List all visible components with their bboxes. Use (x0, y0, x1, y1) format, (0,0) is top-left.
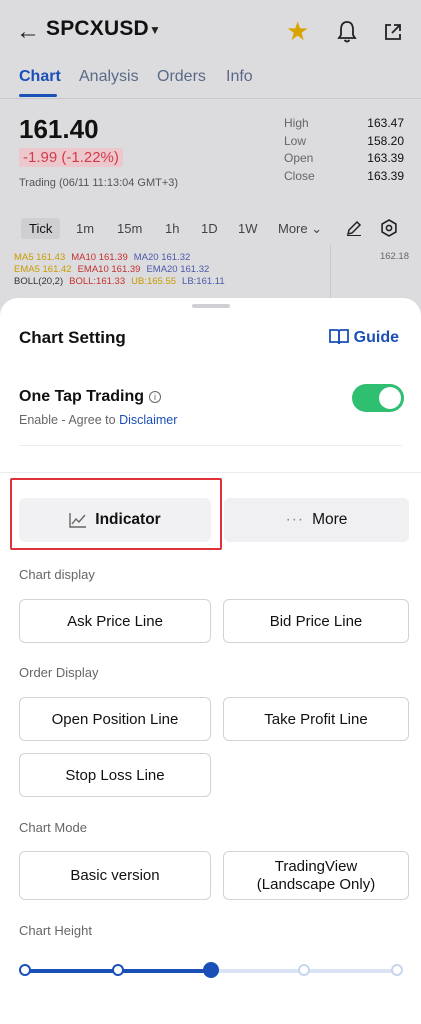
take-profit-line-button[interactable]: Take Profit Line (223, 697, 409, 741)
stat-value: 163.39 (367, 168, 404, 183)
active-tab-indicator (19, 94, 57, 97)
chart-display-title: Chart display (19, 567, 95, 582)
chart-setting-sheet: Chart Setting Guide One Tap Trading i Ena… (0, 298, 421, 1024)
more-label: More (312, 511, 348, 528)
divider (19, 445, 402, 446)
disclaimer-link[interactable]: Disclaimer (119, 413, 177, 427)
price-stats: High 163.47 Low 158.20 Open 163.39 Close 163… (284, 116, 404, 186)
stop-loss-line-button[interactable]: Stop Loss Line (19, 753, 211, 797)
timeframe-1h[interactable]: 1h (165, 221, 179, 236)
toggle-knob (379, 387, 401, 409)
guide-label: Guide (353, 329, 399, 346)
chart-screen-background: ← SPCXUSD ▼ ★ Chart Analysis Orders Info… (0, 0, 421, 330)
sheet-title: Chart Setting (19, 328, 126, 347)
info-icon[interactable]: i (149, 391, 162, 403)
trading-status: Trading (06/11 11:13:04 GMT+3) (19, 177, 179, 189)
star-icon[interactable]: ★ (286, 16, 309, 47)
ask-price-line-button[interactable]: Ask Price Line (19, 599, 211, 643)
ema20-value: EMA20 161.32 (146, 264, 210, 275)
price-axis-label: 162.18 (379, 251, 409, 262)
timeframe-15m[interactable]: 15m (117, 221, 142, 236)
ema-legend: EMA5 161.42 EMA10 161.39 EMA20 161.32 (14, 264, 215, 275)
chevron-down-icon: ⌄ (311, 221, 323, 236)
ma-legend: MA5 161.43 MA10 161.39 MA20 161.32 (14, 252, 196, 263)
stat-label: Low (284, 133, 307, 148)
one-tap-trading-toggle[interactable] (352, 384, 404, 412)
pencil-icon[interactable] (346, 220, 362, 236)
stat-row-high: High 163.47 (284, 116, 404, 134)
ma5-value: MA5 161.43 (14, 252, 66, 263)
order-display-title: Order Display (19, 665, 99, 680)
boll-upper-band: UB:165.55 (131, 276, 177, 287)
bell-icon[interactable] (336, 20, 358, 44)
tab-bar: Chart Analysis Orders Info (0, 66, 421, 97)
stat-value: 163.39 (367, 151, 404, 165)
highlight-box (10, 478, 222, 550)
stat-row-low: Low 158.20 (284, 134, 404, 152)
chevron-down-icon[interactable]: ▼ (149, 23, 161, 37)
tab-chart[interactable]: Chart (19, 68, 61, 86)
tab-analysis[interactable]: Analysis (79, 68, 139, 86)
stat-label: Close (284, 168, 315, 183)
ma20-value: MA20 161.32 (133, 252, 191, 263)
current-price: 161.40 (19, 114, 99, 144)
top-bar: ← SPCXUSD ▼ ★ (0, 14, 421, 50)
boll-legend: BOLL(20,2) BOLL:161.33 UB:165.55 LB:161.11 (14, 276, 231, 287)
divider (0, 472, 421, 473)
timeframe-more-label: More (278, 221, 308, 236)
one-tap-trading-title: One Tap Trading i (19, 388, 162, 406)
stat-label: Open (284, 151, 314, 165)
chart-height-slider-stop[interactable] (391, 964, 403, 976)
basic-version-button[interactable]: Basic version (19, 851, 211, 900)
symbol-title[interactable]: SPCXUSD (46, 17, 149, 41)
more-dots-icon: ··· (285, 511, 305, 528)
timeframe-more[interactable]: More ⌄ (278, 221, 322, 237)
chart-height-slider-thumb[interactable] (203, 962, 219, 978)
timeframe-1d[interactable]: 1D (201, 221, 218, 236)
book-icon (328, 329, 349, 345)
share-icon[interactable] (384, 23, 402, 41)
tab-orders[interactable]: Orders (157, 68, 206, 86)
one-tap-trading-label: One Tap Trading (19, 388, 145, 405)
stat-row-open: Open 163.39 (284, 151, 404, 169)
ema10-value: EMA10 161.39 (77, 264, 141, 275)
open-position-line-button[interactable]: Open Position Line (19, 697, 211, 741)
stat-value: 158.20 (367, 133, 404, 148)
tab-info[interactable]: Info (226, 68, 253, 86)
guide-link[interactable]: Guide (328, 328, 399, 347)
timeframe-1m[interactable]: 1m (76, 221, 94, 236)
stat-row-close: Close 163.39 (284, 169, 404, 187)
ma10-value: MA10 161.39 (71, 252, 128, 263)
tradingview-button[interactable]: TradingView (Landscape Only) (223, 851, 409, 900)
boll-label: BOLL(20,2) (14, 276, 64, 287)
chart-height-slider-stop[interactable] (19, 964, 31, 976)
boll-lower-band: LB:161.11 (182, 276, 225, 287)
one-tap-trading-subtitle: Enable - Agree to Disclaimer (19, 413, 177, 427)
timeframe-tick[interactable]: Tick (21, 218, 61, 239)
chart-height-title: Chart Height (19, 923, 92, 938)
tab-divider (0, 98, 421, 99)
tradingview-label: TradingView (274, 857, 358, 875)
tradingview-sublabel: (Landscape Only) (256, 875, 376, 893)
chart-crosshair-line (330, 244, 331, 304)
stat-value: 163.47 (367, 116, 404, 130)
price-change-badge: -1.99 (-1.22%) (19, 148, 123, 167)
timeframe-bar: Tick 1m 15m 1h 1D 1W More ⌄ (0, 216, 421, 242)
stat-label: High (284, 116, 309, 130)
boll-value: BOLL:161.33 (69, 276, 126, 287)
arrow-left-icon[interactable]: ← (16, 18, 40, 46)
timeframe-1w[interactable]: 1W (238, 221, 258, 236)
ema5-value: EMA5 161.42 (14, 264, 72, 275)
chart-height-slider-stop[interactable] (298, 964, 310, 976)
bid-price-line-button[interactable]: Bid Price Line (223, 599, 409, 643)
chart-height-slider-stop[interactable] (112, 964, 124, 976)
enable-text: Enable - Agree to (19, 413, 120, 427)
more-tab-button[interactable]: ··· More (224, 498, 409, 542)
gear-icon[interactable] (380, 219, 398, 237)
drag-handle[interactable] (192, 304, 230, 308)
chart-mode-title: Chart Mode (19, 820, 87, 835)
